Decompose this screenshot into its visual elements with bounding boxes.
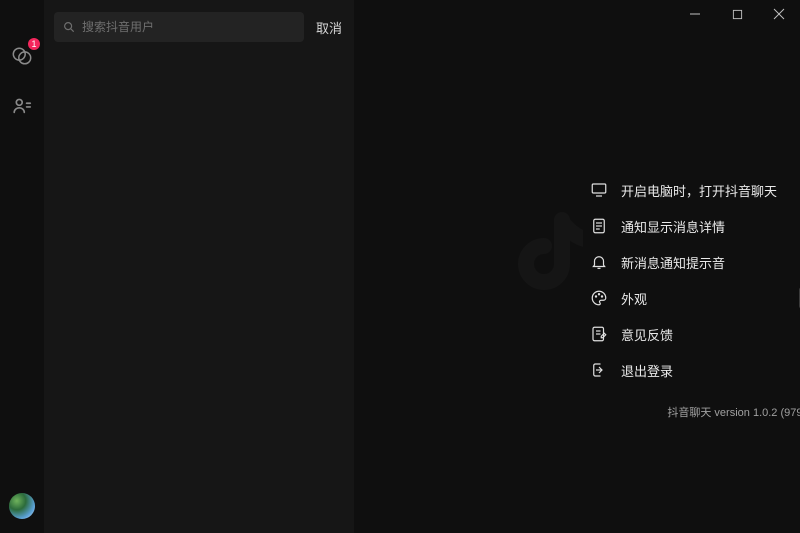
nav-rail: 1 (0, 0, 44, 533)
user-avatar[interactable] (9, 493, 35, 519)
window-close-button[interactable] (758, 0, 800, 28)
window-minimize-button[interactable] (674, 0, 716, 28)
close-icon (773, 8, 785, 20)
setting-label: 新消息通知提示音 (611, 253, 800, 272)
bell-icon (590, 253, 608, 271)
search-icon (62, 20, 76, 34)
contacts-icon (11, 95, 33, 117)
setting-logout[interactable]: 退出登录 (583, 352, 800, 388)
chat-notification-badge: 1 (28, 38, 40, 50)
window-controls (674, 0, 800, 28)
setting-label: 意见反馈 (611, 325, 800, 344)
setting-label: 外观 (611, 289, 799, 308)
setting-label: 退出登录 (611, 361, 800, 380)
nav-contacts[interactable] (8, 92, 36, 120)
monitor-icon (590, 181, 608, 199)
setting-launch-on-startup: 开启电脑时，打开抖音聊天 (583, 172, 800, 208)
minimize-icon (689, 8, 701, 20)
search-input[interactable] (82, 20, 296, 34)
window-maximize-button[interactable] (716, 0, 758, 28)
setting-feedback[interactable]: 意见反馈 (583, 316, 800, 352)
main-area: 开启电脑时，打开抖音聊天 通知显示消息详情 新消息通知提示音 (354, 0, 800, 533)
setting-notification-detail: 通知显示消息详情 (583, 208, 800, 244)
setting-notification-sound: 新消息通知提示音 (583, 244, 800, 280)
edit-note-icon (590, 325, 608, 343)
setting-label: 通知显示消息详情 (611, 217, 800, 236)
search-box[interactable] (54, 12, 304, 42)
left-column: 取消 (44, 0, 354, 533)
logout-icon (590, 361, 608, 379)
settings-panel: 开启电脑时，打开抖音聊天 通知显示消息详情 新消息通知提示音 (583, 136, 800, 420)
search-cancel-button[interactable]: 取消 (314, 14, 344, 41)
maximize-icon (732, 9, 743, 20)
version-text: 抖音聊天 version 1.0.2 (9799474) (583, 404, 800, 420)
palette-icon (590, 289, 608, 307)
document-icon (590, 217, 608, 235)
nav-chat[interactable]: 1 (8, 42, 36, 70)
setting-label: 开启电脑时，打开抖音聊天 (611, 181, 800, 200)
setting-appearance: 外观 深色 (583, 280, 800, 316)
